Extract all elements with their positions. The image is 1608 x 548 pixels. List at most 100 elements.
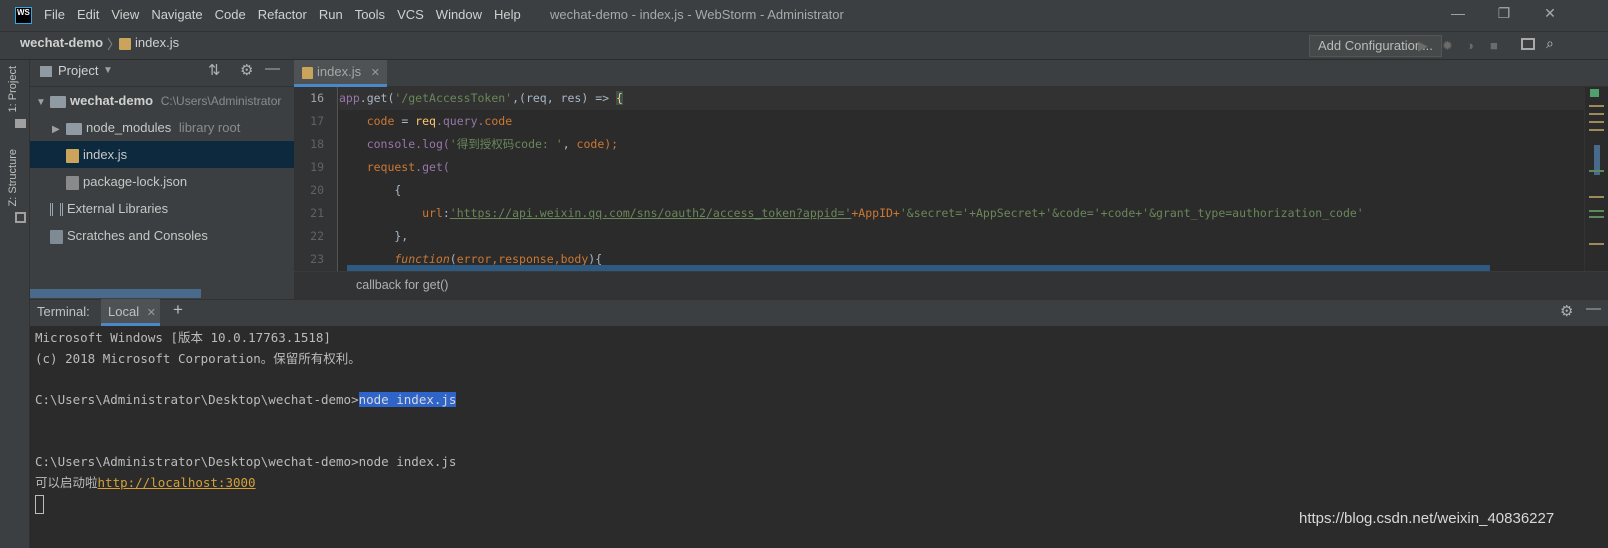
stripe-marker[interactable] — [1589, 170, 1604, 172]
tree-item-label: External Libraries — [67, 201, 169, 216]
code-token: ){ — [588, 252, 603, 266]
menu-view[interactable]: View — [111, 7, 139, 22]
menu-vcs[interactable]: VCS — [397, 7, 424, 22]
code-editor[interactable]: app.get('/getAccessToken',(req, res) => … — [339, 87, 1584, 271]
line-number: 18 — [310, 137, 324, 151]
new-terminal-tab-button[interactable]: + — [173, 300, 183, 320]
code-token: : — [442, 206, 450, 220]
close-button[interactable]: ✕ — [1540, 5, 1560, 22]
menu-file[interactable]: File — [44, 7, 65, 22]
gear-icon[interactable]: ⚙ — [1560, 302, 1573, 320]
gear-icon[interactable]: ⚙ — [240, 61, 253, 79]
line-number: 20 — [310, 183, 324, 197]
project-tree: ▼ wechat-demo C:\Users\Administrator ▶ nod… — [30, 87, 294, 299]
collapse-all-icon[interactable]: ⇅ — [208, 61, 221, 79]
code-token: +AppID+ — [851, 206, 900, 220]
stripe-marker[interactable] — [1589, 216, 1604, 218]
restore-button[interactable]: ❐ — [1494, 5, 1514, 22]
line-number: 21 — [310, 206, 324, 220]
run-icon[interactable]: ▶ — [1418, 38, 1428, 54]
stripe-marker[interactable] — [1589, 121, 1604, 123]
inspection-ok-icon[interactable] — [1590, 89, 1599, 97]
line-number: 22 — [310, 229, 324, 243]
localhost-link[interactable]: http://localhost:3000 — [98, 475, 256, 490]
menu-window[interactable]: Window — [436, 7, 482, 22]
code-line: request.get( — [339, 156, 1584, 179]
structure-icon — [15, 212, 26, 223]
left-tool-strip — [0, 60, 30, 548]
tree-item-index-js[interactable]: index.js — [30, 141, 294, 168]
tree-item-label: Scratches and Consoles — [67, 228, 208, 243]
stripe-marker[interactable] — [1589, 210, 1604, 212]
js-file-icon — [66, 148, 79, 163]
collapsed-arrow-icon: ▶ — [52, 124, 60, 135]
debug-icon[interactable]: ✹ — [1442, 38, 1453, 54]
tree-item-wechat-demo[interactable]: ▼ wechat-demo C:\Users\Administrator — [30, 87, 294, 114]
code-token: ,(req, res) => — [512, 91, 616, 105]
hide-panel-icon[interactable]: — — [1586, 300, 1601, 317]
coverage-icon[interactable]: ◑ — [1466, 38, 1474, 53]
code-token: console — [339, 137, 416, 151]
breadcrumb-project[interactable]: wechat-demo — [20, 35, 103, 50]
menu-navigate[interactable]: Navigate — [151, 7, 202, 22]
terminal-line: 可以启动啦http://localhost:3000 — [35, 473, 256, 493]
tree-item-package-lock[interactable]: package-lock.json — [30, 168, 294, 195]
project-view-icon — [40, 66, 52, 77]
code-breadcrumb[interactable]: callback for get() — [356, 278, 448, 292]
close-tab-icon[interactable]: ✕ — [371, 67, 380, 79]
stop-icon[interactable]: ■ — [1490, 38, 1498, 53]
close-tab-icon[interactable]: ✕ — [147, 307, 156, 319]
terminal-cursor — [35, 495, 44, 514]
js-file-icon — [119, 38, 131, 50]
folder-icon — [66, 122, 82, 135]
project-panel-title[interactable]: Project — [58, 63, 98, 78]
project-structure-icon[interactable] — [1521, 38, 1535, 50]
tab-index-js[interactable]: index.js ✕ — [294, 60, 387, 87]
minimize-button[interactable]: — — [1448, 5, 1468, 21]
terminal-tab-local[interactable]: Local ✕ — [101, 299, 160, 326]
project-folder-icon — [15, 119, 26, 128]
expanded-arrow-icon: ▼ — [36, 97, 46, 108]
stripe-marker[interactable] — [1589, 105, 1604, 107]
library-icon — [50, 203, 63, 217]
terminal-line: C:\Users\Administrator\Desktop\wechat-de… — [35, 454, 457, 469]
menu-code[interactable]: Code — [215, 7, 246, 22]
terminal-line: (c) 2018 Microsoft Corporation。保留所有权利。 — [35, 351, 361, 366]
stripe-marker[interactable] — [1589, 243, 1604, 245]
stripe-marker[interactable] — [1589, 113, 1604, 115]
breadcrumb-file[interactable]: index.js — [135, 35, 179, 50]
code-token: '得到授权码code: ' — [449, 137, 563, 151]
code-token: , — [562, 137, 577, 151]
structure-tool-tab[interactable]: Z: Structure — [7, 149, 19, 206]
tab-label: Local — [108, 304, 140, 319]
tree-item-label: index.js — [83, 147, 128, 162]
tree-item-node-modules[interactable]: ▶ node_modules library root — [30, 114, 294, 141]
code-token: app — [339, 91, 360, 105]
tree-item-scratches[interactable]: Scratches and Consoles — [30, 222, 294, 249]
tree-item-external-libraries[interactable]: External Libraries — [30, 195, 294, 222]
code-token: code — [339, 114, 395, 128]
terminal-header — [30, 299, 1608, 326]
stripe-marker[interactable] — [1589, 129, 1604, 131]
code-line: app.get('/getAccessToken',(req, res) => … — [339, 87, 1584, 110]
project-tool-tab[interactable]: 1: Project — [7, 66, 19, 112]
watermark: https://blog.csdn.net/weixin_40836227 — [1299, 510, 1555, 527]
code-token: }, — [339, 229, 409, 243]
stripe-marker[interactable] — [1589, 196, 1604, 198]
folder-icon — [50, 95, 66, 108]
menu-refactor[interactable]: Refactor — [258, 7, 307, 22]
terminal-line: C:\Users\Administrator\Desktop\wechat-de… — [35, 390, 457, 410]
code-token: .query. — [435, 114, 485, 128]
code-line: { — [339, 179, 1584, 202]
search-icon[interactable]: ⌕ — [1546, 35, 1554, 52]
code-token: .get( — [415, 160, 450, 174]
menu-help[interactable]: Help — [494, 7, 521, 22]
menu-tools[interactable]: Tools — [355, 7, 385, 22]
terminal-line: Microsoft Windows [版本 10.0.17763.1518] — [35, 330, 331, 345]
chevron-down-icon[interactable]: ▼ — [103, 65, 113, 76]
project-horizontal-scrollbar[interactable] — [30, 289, 201, 298]
menu-edit[interactable]: Edit — [77, 7, 99, 22]
hide-panel-icon[interactable]: — — [265, 60, 280, 77]
menu-run[interactable]: Run — [319, 7, 343, 22]
code-line: console.log('得到授权码code: ', code); — [339, 133, 1584, 156]
